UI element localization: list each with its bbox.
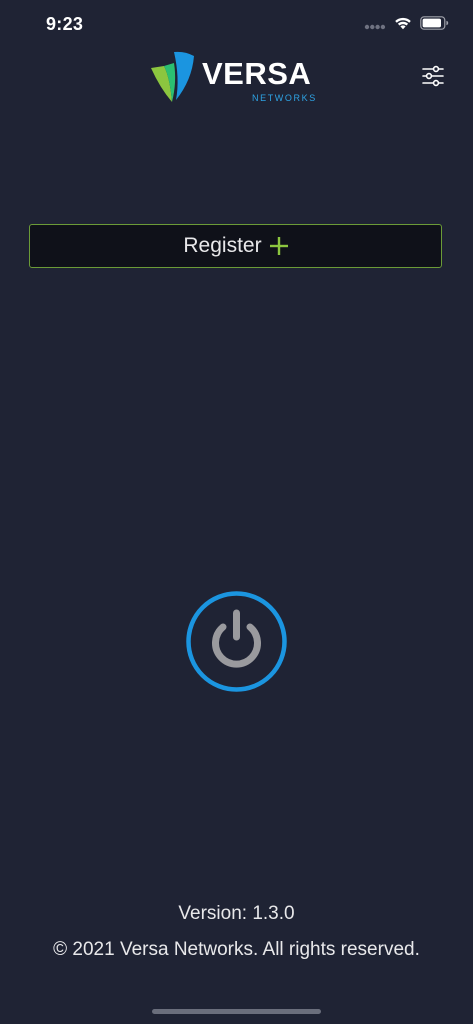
- app-header: VERSA NETWORKS: [0, 48, 473, 108]
- sliders-icon: [422, 65, 444, 87]
- power-button[interactable]: [186, 591, 287, 692]
- logo-subtext: NETWORKS: [252, 93, 317, 103]
- register-button[interactable]: Register: [29, 224, 442, 268]
- status-bar: 9:23: [0, 0, 473, 50]
- settings-button[interactable]: [421, 64, 445, 88]
- version-text: Version: 1.3.0: [178, 903, 295, 924]
- logo-wordmark: VERSA: [202, 56, 312, 91]
- power-icon: [186, 591, 287, 692]
- wifi-icon: [394, 16, 412, 35]
- copyright-text: © 2021 Versa Networks. All rights reserv…: [53, 939, 420, 960]
- versa-logo-mark: [151, 51, 194, 102]
- status-indicators: [364, 16, 449, 35]
- status-time: 9:23: [46, 14, 84, 34]
- versa-logo: VERSA NETWORKS: [150, 50, 330, 106]
- plus-icon: [269, 237, 288, 255]
- register-label: Register: [183, 234, 262, 257]
- battery-icon: [420, 16, 449, 35]
- home-indicator: [152, 1009, 321, 1014]
- cellular-dots-icon: [364, 17, 386, 35]
